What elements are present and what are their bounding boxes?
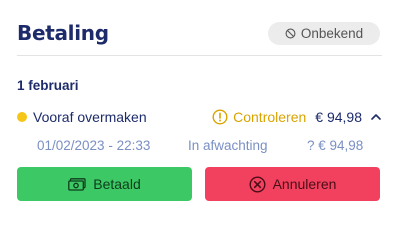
payment-row: Vooraf overmaken Controleren € 94,98 [17,107,382,127]
payment-method: Vooraf overmaken [33,109,147,125]
cancel-button[interactable]: Annuleren [205,167,380,201]
cash-icon [68,177,86,191]
warning-circle-icon [212,109,228,125]
x-circle-icon [249,175,266,193]
chevron-up-icon[interactable] [370,111,382,123]
payment-datetime: 01/02/2023 - 22:33 [37,138,151,153]
status-badge-label: Onbekend [300,26,364,41]
divider [17,55,382,56]
cancel-button-label: Annuleren [272,176,337,192]
pending-label: In afwachting [188,138,268,153]
payment-status: Controleren [212,109,306,125]
ban-icon [285,28,296,39]
status-dot [17,112,27,122]
paid-button[interactable]: Betaald [17,167,192,201]
payment-status-label: Controleren [233,109,307,125]
status-badge: Onbekend [268,22,380,45]
paid-button-label: Betaald [93,176,141,192]
payment-amount: € 94,98 [315,109,362,125]
date-heading: 1 februari [17,78,79,93]
pending-amount: ? € 94,98 [307,138,364,153]
page-title: Betaling [17,21,109,45]
